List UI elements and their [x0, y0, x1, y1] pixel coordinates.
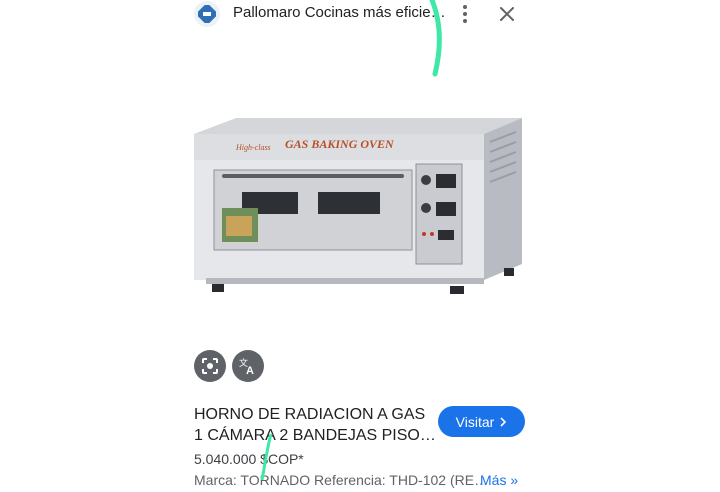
- chevron-right-icon: [500, 416, 507, 427]
- more-vert-icon[interactable]: [456, 2, 474, 24]
- site-name[interactable]: Pallomaro Cocinas más eficie…: [233, 4, 446, 21]
- visit-label: Visitar: [455, 413, 495, 430]
- visit-button[interactable]: Visitar: [438, 406, 525, 437]
- close-icon[interactable]: [497, 4, 517, 24]
- product-image[interactable]: High-class GAS BAKING OVEN: [186, 112, 526, 302]
- oven-title-text: GAS BAKING OVEN: [285, 137, 395, 151]
- translate-icon: 文 A: [239, 357, 254, 376]
- oven-brand-text: High-class: [235, 143, 271, 152]
- annotation-stroke-top: [429, 0, 442, 77]
- annotation-stroke-bottom: [260, 434, 273, 480]
- translate-button[interactable]: 文 A: [232, 350, 264, 382]
- pallomaro-logo-icon: [194, 1, 220, 27]
- lens-result-header: Pallomaro Cocinas más eficie…: [192, 0, 528, 28]
- svg-text:A: A: [246, 365, 254, 376]
- result-title-line1: HORNO DE RADIACION A GAS: [194, 406, 426, 423]
- lens-search-button[interactable]: [194, 350, 226, 382]
- lens-search-icon: [202, 358, 218, 374]
- result-price: 5.040.000 $COP*: [194, 451, 304, 467]
- more-link[interactable]: Más »: [480, 472, 518, 488]
- result-title-line2: 1 CÁMARA 2 BANDEJAS PISO…: [194, 427, 436, 444]
- result-description: Marca: TORNADO Referencia: THD-102 (RE…: [194, 472, 489, 488]
- result-title[interactable]: HORNO DE RADIACION A GAS 1 CÁMARA 2 BAND…: [194, 404, 436, 446]
